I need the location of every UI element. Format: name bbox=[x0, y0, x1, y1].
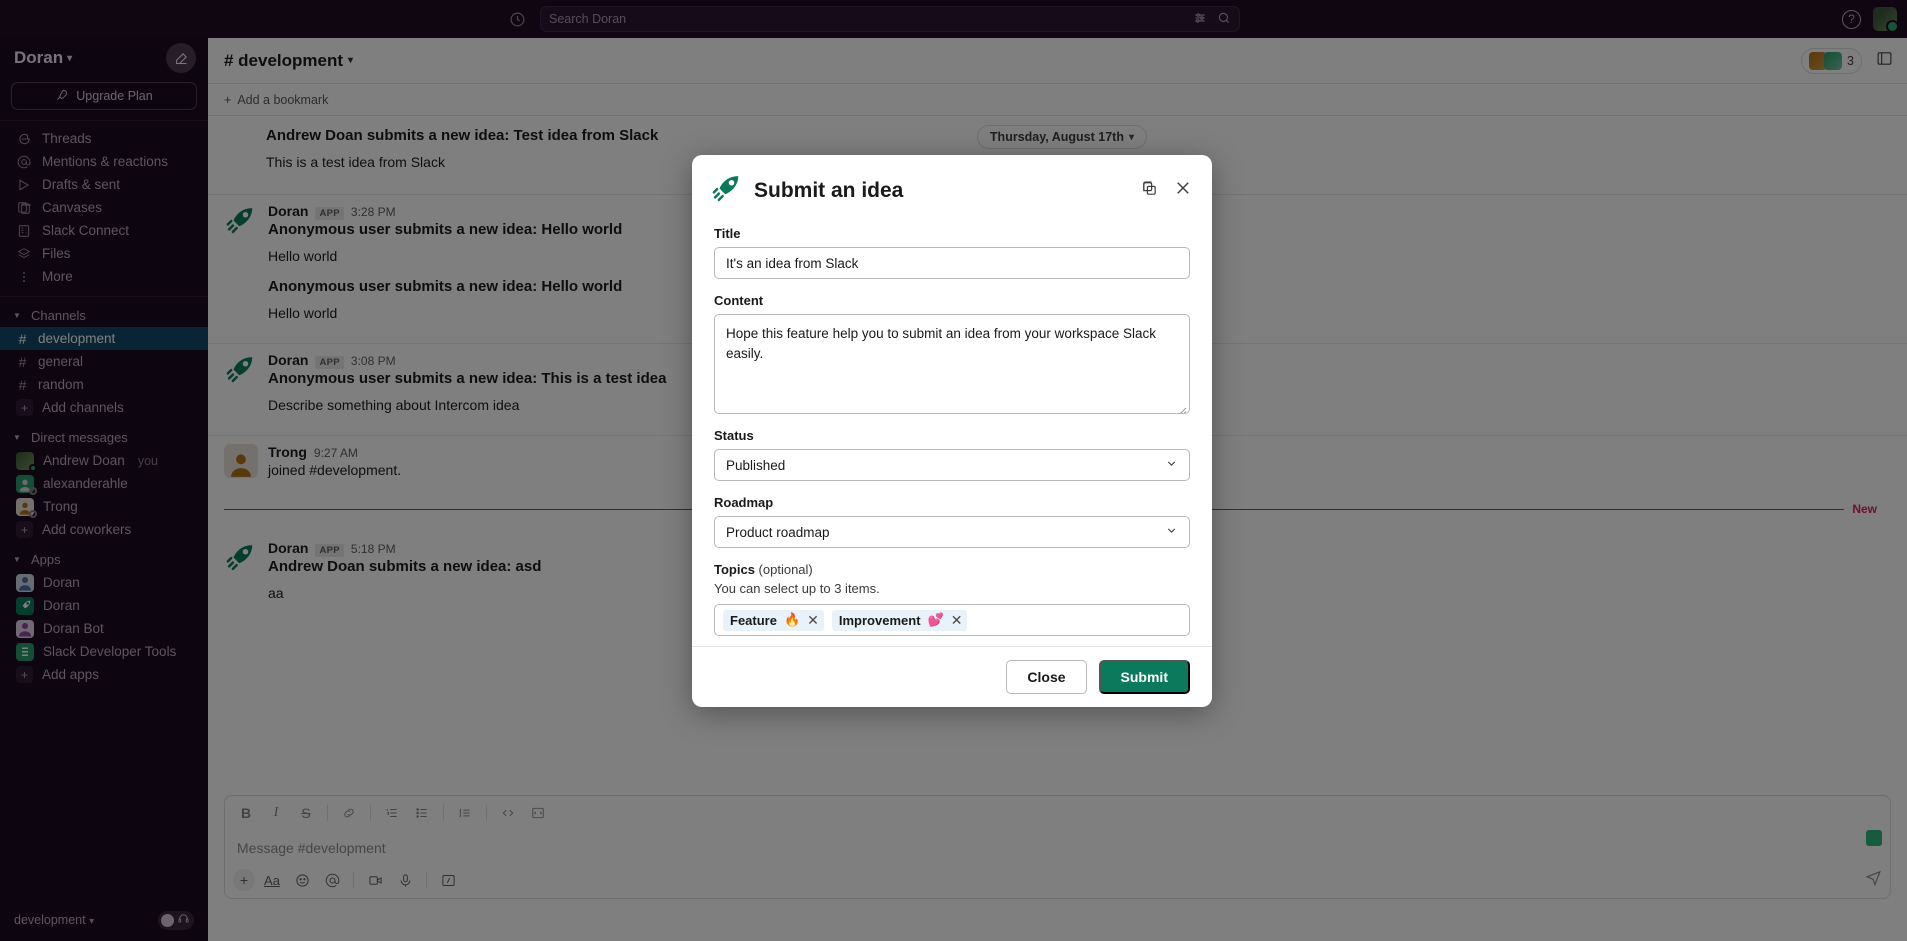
submit-button[interactable]: Submit bbox=[1098, 660, 1190, 694]
modal-body: Title It's an idea from Slack Content Ho… bbox=[692, 214, 1212, 646]
roadmap-select[interactable]: Product roadmap bbox=[714, 516, 1190, 548]
submit-idea-modal: Submit an idea Title It's an idea from S… bbox=[692, 155, 1212, 707]
chevron-down-icon bbox=[1165, 457, 1178, 473]
remove-topic-icon[interactable]: ✕ bbox=[807, 612, 819, 629]
status-value: Published bbox=[726, 457, 786, 473]
content-field-label: Content bbox=[714, 293, 764, 308]
topics-field-label: Topics (optional) bbox=[714, 562, 1190, 577]
close-icon[interactable] bbox=[1174, 179, 1192, 202]
status-select[interactable]: Published bbox=[714, 449, 1190, 481]
chevron-down-icon bbox=[1165, 524, 1178, 540]
topics-input[interactable]: Feature 🔥 ✕ Improvement 💕 ✕ bbox=[714, 604, 1190, 636]
content-textarea[interactable]: Hope this feature help you to submit an … bbox=[714, 314, 1190, 414]
content-value: Hope this feature help you to submit an … bbox=[726, 326, 1156, 361]
close-button[interactable]: Close bbox=[1006, 660, 1087, 694]
topics-label: Topics bbox=[714, 562, 755, 577]
status-field-label: Status bbox=[714, 428, 754, 443]
roadmap-field-label: Roadmap bbox=[714, 495, 774, 510]
topic-chip-label: Improvement bbox=[838, 612, 921, 628]
topic-chip-emoji: 🔥 bbox=[783, 612, 801, 627]
topic-chip-label: Feature bbox=[730, 612, 777, 628]
topics-hint: You can select up to 3 items. bbox=[714, 581, 880, 596]
topic-chip-emoji: 💕 bbox=[927, 612, 944, 627]
modal-title: Submit an idea bbox=[754, 178, 904, 202]
remove-topic-icon[interactable]: ✕ bbox=[951, 612, 963, 629]
copy-icon[interactable] bbox=[1141, 180, 1158, 202]
topic-chip-improvement[interactable]: Improvement 💕 ✕ bbox=[831, 609, 968, 631]
roadmap-value: Product roadmap bbox=[726, 524, 830, 540]
modal-footer: Close Submit bbox=[692, 646, 1212, 707]
topic-chip-feature[interactable]: Feature 🔥 ✕ bbox=[723, 609, 824, 631]
title-input[interactable]: It's an idea from Slack bbox=[714, 247, 1190, 279]
resize-grip-icon[interactable] bbox=[1177, 401, 1187, 413]
modal-header: Submit an idea bbox=[692, 155, 1212, 214]
doran-rocket-icon bbox=[712, 173, 742, 208]
topics-optional: (optional) bbox=[754, 562, 813, 577]
title-field-label: Title bbox=[714, 226, 741, 241]
